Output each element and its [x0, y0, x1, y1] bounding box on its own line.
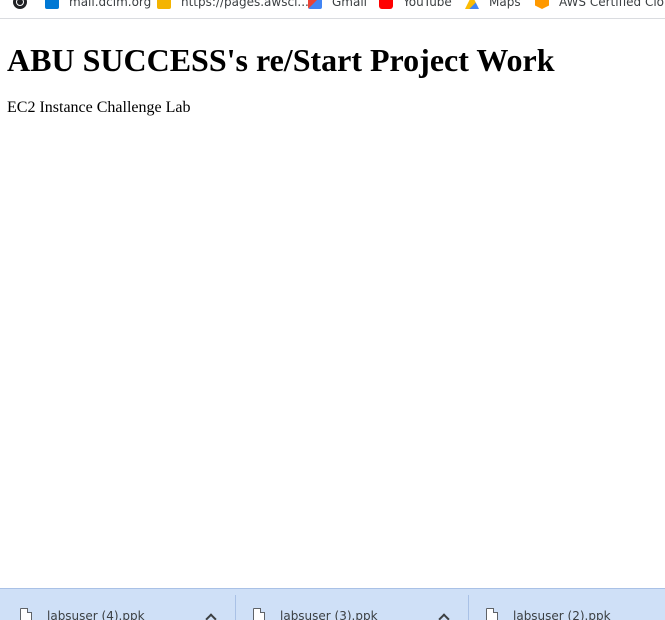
aws-icon [535, 0, 549, 9]
bookmark-youtube[interactable]: YouTube [379, 0, 452, 11]
gmail-icon [308, 0, 322, 9]
bookmark-aws[interactable]: AWS Certified Clou... [535, 0, 665, 11]
maps-icon [465, 0, 479, 9]
globe-icon [13, 0, 27, 9]
bookmark-label: mail.dcim.org [69, 0, 152, 9]
bookmark-maps[interactable]: Maps [465, 0, 521, 11]
chevron-up-icon[interactable] [205, 613, 217, 620]
download-file-name: labsuser (2).ppk [513, 609, 611, 620]
bookmark-label: Maps [489, 0, 521, 9]
bookmark-label: AWS Certified Clou... [559, 0, 665, 9]
youtube-icon [379, 0, 393, 9]
bookmark-globe[interactable] [13, 0, 37, 11]
file-icon [486, 608, 498, 620]
bookmark-label: YouTube [403, 0, 452, 9]
page-content: ABU SUCCESS's re/Start Project Work EC2 … [7, 40, 665, 117]
bookmarks-bar: mail.dcim.org https://pages.awsci... Gma… [0, 0, 665, 19]
folder-icon [157, 0, 171, 9]
page-title: ABU SUCCESS's re/Start Project Work [7, 42, 555, 78]
download-file-name: labsuser (3).ppk [280, 609, 378, 620]
bookmark-pages[interactable]: https://pages.awsci... [157, 0, 309, 11]
file-icon [20, 608, 32, 620]
page-subtitle: EC2 Instance Challenge Lab [7, 99, 191, 116]
download-item[interactable]: labsuser (4).ppk [0, 589, 232, 620]
download-item[interactable]: labsuser (2).ppk [466, 589, 665, 620]
download-item[interactable]: labsuser (3).ppk [233, 589, 465, 620]
download-shelf: labsuser (4).ppk labsuser (3).ppk labsus… [0, 588, 665, 620]
file-icon [253, 608, 265, 620]
chevron-up-icon[interactable] [438, 613, 450, 620]
bookmark-label: Gmail [332, 0, 368, 9]
download-file-name: labsuser (4).ppk [47, 609, 145, 620]
bookmark-mail[interactable]: mail.dcim.org [45, 0, 151, 11]
bookmark-label: https://pages.awsci... [181, 0, 309, 9]
mail-icon [45, 0, 59, 9]
bookmark-gmail[interactable]: Gmail [308, 0, 367, 11]
